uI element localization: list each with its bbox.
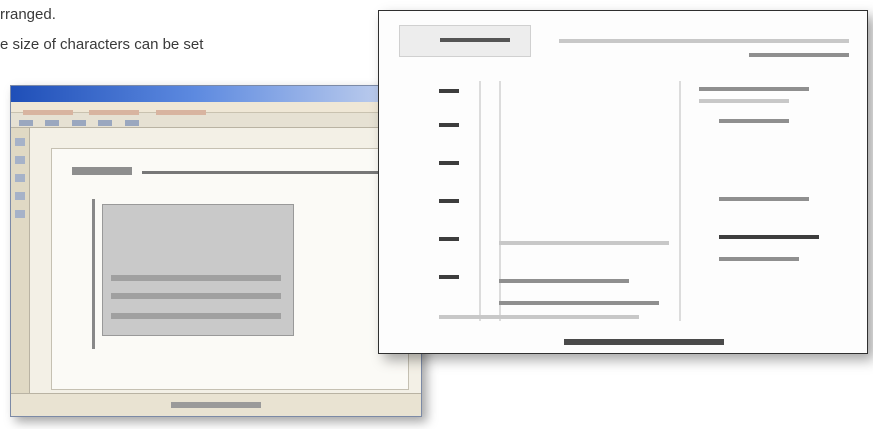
document-line <box>719 119 789 123</box>
side-panel-icon <box>15 138 25 146</box>
document-line <box>499 301 659 305</box>
document-line <box>439 315 639 319</box>
document-line <box>499 279 629 283</box>
side-panel-icon <box>15 210 25 218</box>
document-line <box>699 87 809 91</box>
window-status-bar <box>11 393 421 416</box>
window-side-panel <box>11 128 30 416</box>
window-title-bar <box>11 86 421 102</box>
document-line <box>559 39 849 43</box>
content-panel <box>102 204 294 336</box>
content-panel-line <box>111 293 281 299</box>
document-label <box>439 161 459 165</box>
content-panel-line <box>111 275 281 281</box>
document-label <box>439 199 459 203</box>
document-line <box>719 257 799 261</box>
content-header-block <box>72 167 132 175</box>
document-label <box>439 89 459 93</box>
side-panel-icon <box>15 174 25 182</box>
document-footer-line <box>564 339 724 345</box>
document-line <box>719 197 809 201</box>
toolbar-icon <box>45 120 60 126</box>
document-header-line <box>440 38 510 42</box>
document-column-divider <box>679 81 681 321</box>
status-bar-block <box>171 402 261 408</box>
window-toolbar <box>11 113 421 128</box>
content-header-line <box>142 171 402 174</box>
caption-line-2: e size of characters can be set <box>0 36 204 53</box>
document-line <box>719 235 819 239</box>
toolbar-icon <box>124 120 139 126</box>
document-header-tab <box>399 25 531 57</box>
toolbar-icon <box>98 120 113 126</box>
document-preview <box>378 10 868 354</box>
document-column-divider <box>499 81 501 321</box>
application-window-screenshot <box>10 85 422 417</box>
menu-item-block <box>155 110 206 115</box>
document-label <box>439 237 459 241</box>
caption-line-1: rranged. <box>0 6 56 23</box>
window-content-area <box>51 148 409 390</box>
window-menu-bar <box>11 102 421 115</box>
document-label <box>439 123 459 127</box>
content-panel-line <box>111 313 281 319</box>
side-panel-icon <box>15 192 25 200</box>
content-divider <box>92 199 95 349</box>
document-line <box>749 53 849 57</box>
document-column-divider <box>479 81 481 321</box>
toolbar-icon <box>71 120 86 126</box>
document-label <box>439 275 459 279</box>
document-line <box>499 241 669 245</box>
side-panel-icon <box>15 156 25 164</box>
document-line <box>699 99 789 103</box>
toolbar-icon <box>19 120 33 126</box>
